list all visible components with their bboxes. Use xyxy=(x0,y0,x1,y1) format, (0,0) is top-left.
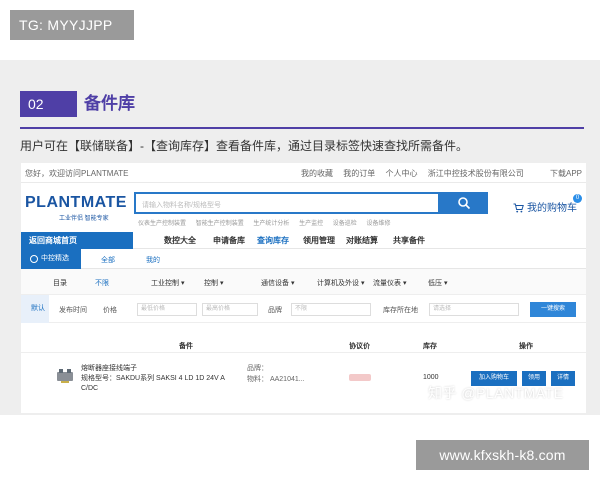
search-icon xyxy=(458,197,471,210)
section-number: 02 xyxy=(20,91,77,117)
hot-term[interactable]: 生产监控 xyxy=(299,221,323,227)
top-badge: TG: MYYJJPP xyxy=(10,10,134,40)
cart-count-badge: 0 xyxy=(573,194,582,203)
price-max-input[interactable]: 最高价格 xyxy=(202,303,258,316)
search-input[interactable]: 请输入物料名称/规格型号 xyxy=(134,192,440,214)
product-brand: 品牌： xyxy=(247,365,268,372)
section-title: 备件库 xyxy=(84,94,135,113)
category-any[interactable]: 不限 xyxy=(95,278,109,288)
product-stock: 1000 xyxy=(423,374,439,381)
topbar-link-profile[interactable]: 个人中心 xyxy=(385,169,417,178)
table-header: 备件 协议价 库存 操作 xyxy=(21,337,586,353)
category-label: 目录 xyxy=(53,280,67,287)
topbar-links: 我的收藏 我的订单 个人中心 浙江中控技术股份有限公司 xyxy=(301,168,532,179)
topbar-link-favorites[interactable]: 我的收藏 xyxy=(301,169,333,178)
one-click-search-button[interactable]: 一键搜索 xyxy=(530,302,576,317)
topbar-link-company[interactable]: 浙江中控技术股份有限公司 xyxy=(428,169,524,178)
col-stock: 库存 xyxy=(423,343,437,350)
category-item[interactable]: 低压 ▾ xyxy=(428,278,447,288)
site-logo[interactable]: PLANTMATE xyxy=(25,194,127,212)
nav-item-requisition[interactable]: 领用管理 xyxy=(303,235,335,246)
brand-input[interactable]: 不限 xyxy=(291,303,371,316)
search-filter-bar: 默认 发布时间 价格 最低价格 最高价格 品牌 不限 库存所在地 请选择 一键搜… xyxy=(21,295,586,323)
hot-term[interactable]: 智能生产控制装置 xyxy=(196,221,244,227)
cart-link[interactable]: 我的购物车 xyxy=(513,199,577,214)
sort-default[interactable]: 默认 xyxy=(21,295,49,323)
cart-label: 我的购物车 xyxy=(527,203,577,214)
stock-tabs: 中控精选 全部 我的 xyxy=(21,249,586,269)
col-price: 协议价 xyxy=(349,343,370,350)
nav-item-apply[interactable]: 申请备库 xyxy=(213,235,245,246)
tab-all[interactable]: 全部 xyxy=(101,255,115,265)
product-model: 规格型号：SAKDU系列 SAKSI 4 LD 1D 24V A C/DC xyxy=(81,375,225,392)
site-slogan: 工业伴侣 智能专家 xyxy=(59,216,109,222)
section-description: 用户可在【联储联备】-【查询库存】查看备件库，通过目录标签快速查找所需备件。 xyxy=(20,139,468,153)
product-name[interactable]: 熔断器座接线端子 xyxy=(81,363,137,373)
hot-term[interactable]: 设备巡检 xyxy=(333,221,357,227)
col-actions: 操作 xyxy=(519,343,533,350)
category-item[interactable]: 控制 ▾ xyxy=(204,278,223,288)
product-code: 物料： AA21041... xyxy=(247,376,305,383)
stock-location-label: 库存所在地 xyxy=(383,307,418,314)
tab-mine[interactable]: 我的 xyxy=(146,255,160,265)
hot-term[interactable]: 设备维修 xyxy=(366,221,390,227)
site-topbar: 您好，欢迎访问PLANTMATE 我的收藏 我的订单 个人中心 浙江中控技术股份… xyxy=(21,163,586,183)
category-item[interactable]: 通信设备 ▾ xyxy=(261,278,294,288)
price-min-input[interactable]: 最低价格 xyxy=(137,303,197,316)
search-placeholder: 请输入物料名称/规格型号 xyxy=(142,202,221,209)
search-button[interactable] xyxy=(440,192,488,214)
stock-location-select[interactable]: 请选择 xyxy=(429,303,519,316)
topbar-link-orders[interactable]: 我的订单 xyxy=(343,169,375,178)
category-item[interactable]: 工业控制 ▾ xyxy=(151,278,184,288)
col-part: 备件 xyxy=(179,343,193,350)
main-nav: 返回商城首页 数控大全 申请备库 查询库存 领用管理 对账结算 共享备件 xyxy=(21,232,586,249)
download-app-link[interactable]: 下载APP xyxy=(550,168,582,179)
sort-price[interactable]: 价格 xyxy=(103,305,117,315)
hot-term[interactable]: 仪表生产控制装置 xyxy=(138,221,186,227)
sort-release-time[interactable]: 发布时间 xyxy=(59,305,87,315)
nav-item-stock-query[interactable]: 查询库存 xyxy=(257,235,289,246)
category-filter: 目录 不限 工业控制 ▾ 控制 ▾ 通信设备 ▾ 计算机及外设 ▾ 流量仪表 ▾… xyxy=(21,269,586,295)
hot-search-terms: 仪表生产控制装置 智能生产控制装置 生产统计分析 生产监控 设备巡检 设备维修 xyxy=(138,218,398,227)
brand-label: 品牌 xyxy=(268,307,282,314)
category-item[interactable]: 计算机及外设 ▾ xyxy=(317,278,364,288)
tab-main-label: 中控精选 xyxy=(41,255,69,262)
category-item[interactable]: 流量仪表 ▾ xyxy=(373,278,406,288)
zhihu-watermark: 知乎 @PLANTMATE xyxy=(428,385,564,401)
nav-item-shared[interactable]: 共享备件 xyxy=(393,235,425,246)
price-redacted xyxy=(349,374,371,381)
section-divider xyxy=(20,127,584,129)
welcome-text: 您好，欢迎访问PLANTMATE xyxy=(25,169,129,178)
nav-item-catalog[interactable]: 数控大全 xyxy=(164,235,196,246)
hot-term[interactable]: 生产统计分析 xyxy=(253,221,289,227)
cart-icon xyxy=(513,203,524,213)
nav-back-home[interactable]: 返回商城首页 xyxy=(21,232,133,249)
nav-item-settlement[interactable]: 对账结算 xyxy=(346,235,378,246)
radio-icon xyxy=(30,255,38,263)
bottom-badge: www.kfxskh-k8.com xyxy=(416,440,589,470)
tab-zhongkong-selected[interactable]: 中控精选 xyxy=(21,249,81,269)
embedded-screenshot: 您好，欢迎访问PLANTMATE 我的收藏 我的订单 个人中心 浙江中控技术股份… xyxy=(21,163,586,413)
product-image xyxy=(57,369,73,383)
